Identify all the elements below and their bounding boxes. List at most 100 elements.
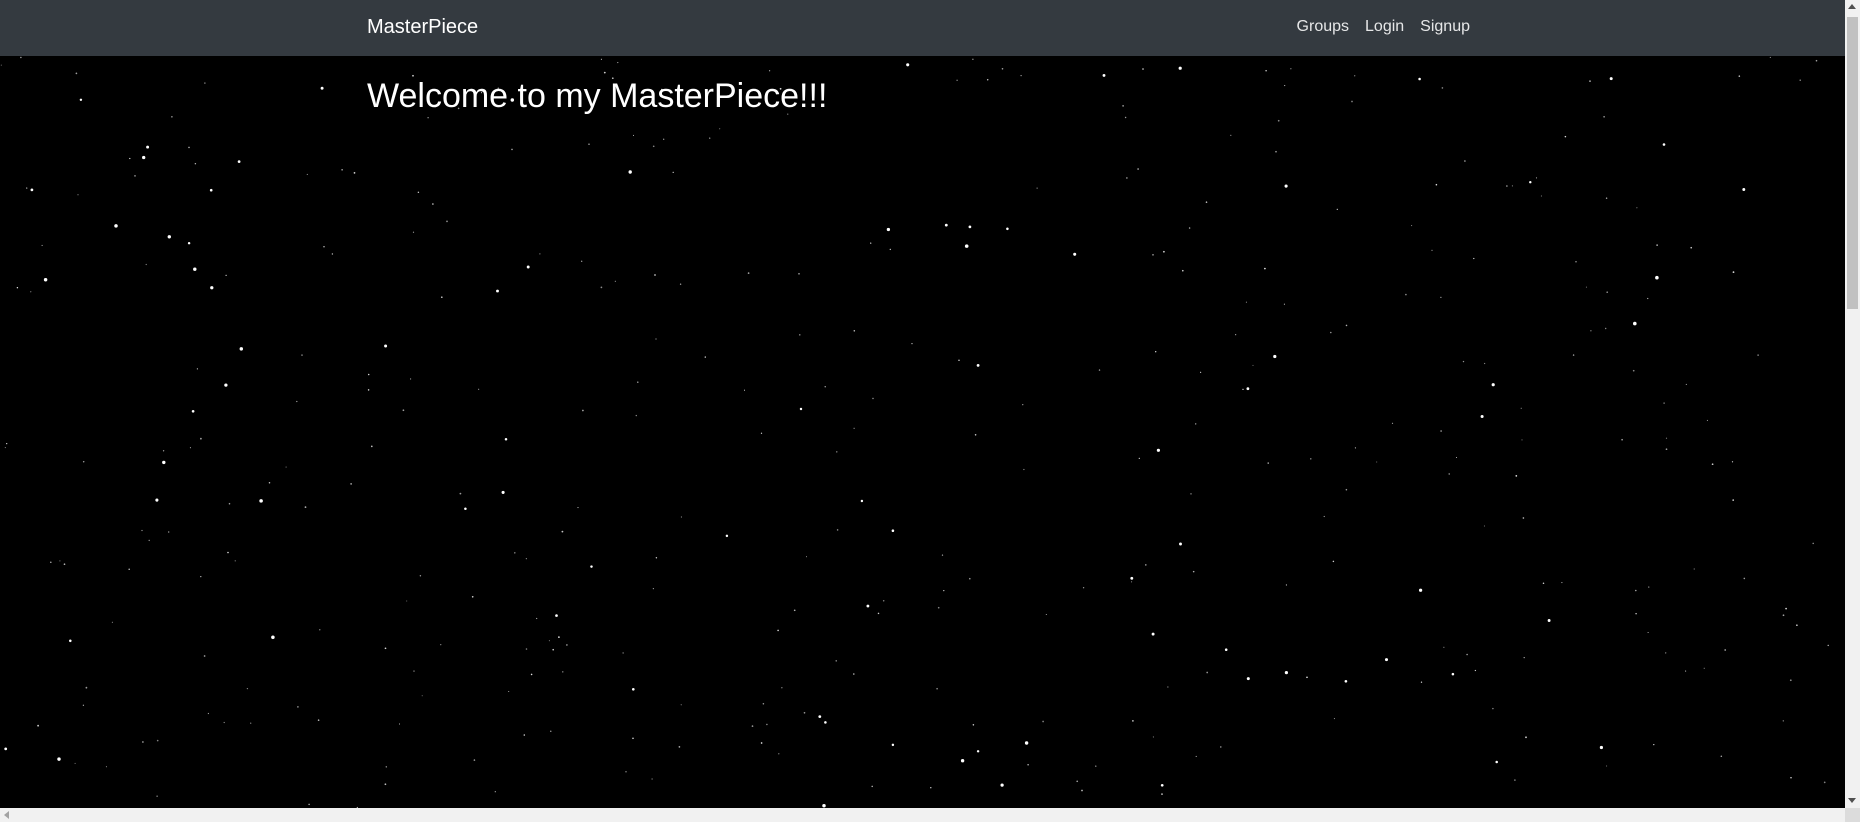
scrollbar-corner <box>1845 808 1860 822</box>
star <box>1022 404 1024 406</box>
star <box>1585 286 1587 288</box>
star <box>1161 793 1163 795</box>
star <box>1665 652 1667 654</box>
star <box>129 157 131 160</box>
star <box>1435 183 1438 186</box>
star <box>1042 720 1044 723</box>
star <box>1635 589 1637 592</box>
star <box>82 704 85 706</box>
star <box>1703 667 1705 669</box>
nav-link-groups[interactable]: Groups <box>1289 16 1357 38</box>
star <box>1796 624 1798 627</box>
star <box>632 737 634 740</box>
star <box>937 606 940 609</box>
horizontal-scrollbar[interactable] <box>0 808 1845 822</box>
star <box>200 437 202 440</box>
star <box>1151 632 1155 636</box>
star <box>478 388 480 390</box>
star <box>1391 422 1394 424</box>
star <box>1520 407 1522 409</box>
star <box>1330 331 1332 334</box>
star <box>246 687 249 690</box>
nav-link-login[interactable]: Login <box>1357 16 1412 38</box>
star <box>1685 383 1687 385</box>
star <box>1277 119 1280 122</box>
star <box>1206 671 1209 674</box>
star <box>853 330 856 332</box>
star <box>976 750 980 753</box>
star <box>1561 582 1563 584</box>
star <box>523 734 526 736</box>
star <box>134 175 136 177</box>
star <box>1815 59 1818 62</box>
star <box>367 389 370 391</box>
star <box>679 283 682 285</box>
star <box>209 188 213 192</box>
star <box>1769 56 1771 58</box>
scroll-left-icon[interactable] <box>4 811 9 819</box>
star <box>1333 718 1335 720</box>
star <box>1711 463 1714 466</box>
star <box>972 58 974 60</box>
star <box>1663 402 1665 404</box>
star <box>860 499 864 503</box>
star <box>799 407 803 411</box>
vertical-scrollbar[interactable] <box>1845 0 1860 808</box>
star <box>0 64 2 66</box>
star <box>1354 75 1356 77</box>
star <box>652 145 655 148</box>
star <box>558 636 560 638</box>
star <box>128 568 130 570</box>
star <box>511 148 513 151</box>
star <box>1138 457 1140 460</box>
star <box>1572 354 1575 356</box>
star <box>581 260 583 262</box>
star <box>760 742 763 744</box>
star <box>1589 80 1591 82</box>
star <box>471 595 474 598</box>
star <box>227 551 229 554</box>
star <box>1132 720 1134 722</box>
star <box>631 687 635 691</box>
star <box>941 554 944 556</box>
star <box>1036 187 1038 189</box>
star <box>906 63 910 67</box>
star <box>1264 267 1266 270</box>
star <box>1564 135 1567 138</box>
star <box>1145 564 1147 566</box>
star <box>203 655 206 657</box>
vertical-scrollbar-thumb[interactable] <box>1847 17 1858 309</box>
star <box>77 194 79 196</box>
star <box>228 502 231 505</box>
star <box>187 241 191 245</box>
star <box>1235 334 1237 336</box>
star <box>440 644 442 646</box>
star <box>319 629 321 631</box>
star <box>548 640 550 642</box>
star <box>239 347 244 351</box>
brand-link[interactable]: MasterPiece <box>367 14 478 40</box>
star <box>655 338 657 340</box>
star <box>725 534 729 538</box>
scroll-up-icon[interactable] <box>1848 4 1856 9</box>
star <box>412 231 415 233</box>
star <box>1483 525 1485 527</box>
star <box>306 173 308 175</box>
star <box>171 115 173 118</box>
star <box>590 565 593 568</box>
star <box>614 280 616 282</box>
star <box>1082 587 1085 589</box>
star <box>1130 576 1134 580</box>
star <box>331 253 334 255</box>
star <box>525 648 528 650</box>
star <box>1354 447 1356 449</box>
star <box>384 344 388 348</box>
star <box>1609 77 1613 81</box>
nav-link-signup[interactable]: Signup <box>1412 16 1470 38</box>
star <box>1648 586 1650 588</box>
star <box>1522 517 1525 519</box>
star <box>1511 185 1513 187</box>
star <box>1635 612 1637 615</box>
scroll-down-icon[interactable] <box>1848 798 1856 803</box>
star <box>891 743 895 747</box>
